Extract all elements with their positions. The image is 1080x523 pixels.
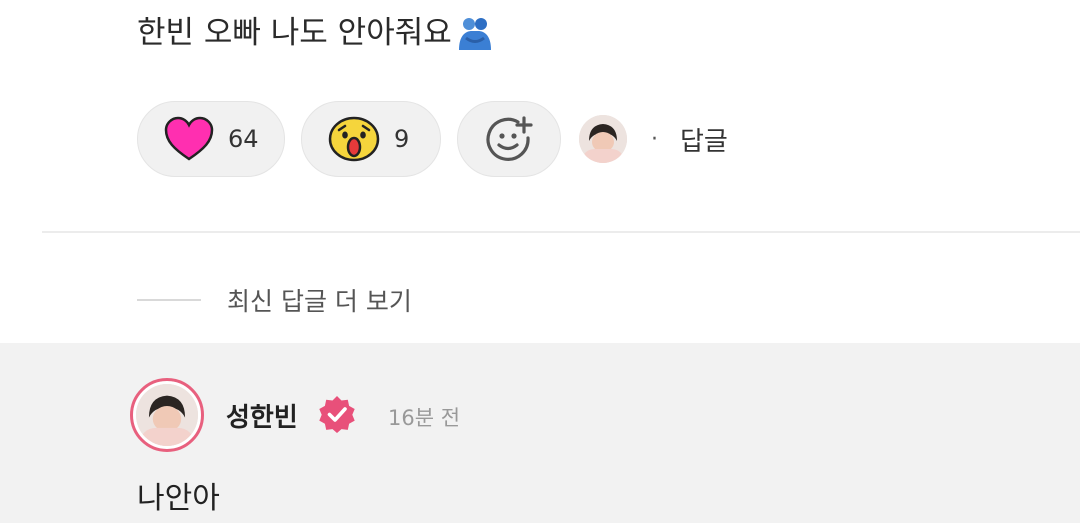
more-replies-label: 최신 답글 더 보기: [227, 287, 412, 316]
add-reaction-icon: [486, 116, 533, 161]
verified-badge-icon: [319, 396, 355, 433]
separator-dot: ·: [651, 126, 658, 152]
reply-item: 성한빈 16분 전 나안아: [0, 343, 1080, 523]
reply-author-avatar[interactable]: [130, 378, 204, 452]
reaction-row: 64 9 · 답글: [137, 100, 728, 178]
people-hugging-icon: [458, 18, 491, 50]
surprised-face-icon: [328, 116, 380, 162]
heart-count: 64: [228, 125, 259, 153]
divider: [42, 231, 1080, 233]
more-replies-button[interactable]: 최신 답글 더 보기: [137, 282, 412, 318]
heart-icon: [164, 116, 214, 161]
replier-avatar[interactable]: [579, 115, 627, 163]
user-photo-icon: [579, 115, 627, 163]
post-text: 한빈 오빠 나도 안아줘요: [137, 10, 494, 56]
add-reaction-button[interactable]: [457, 101, 561, 177]
more-replies-line: [137, 299, 201, 301]
reply-text: 나안아: [137, 481, 220, 516]
reply-author-name[interactable]: 성한빈: [226, 397, 298, 434]
wow-count: 9: [394, 125, 410, 153]
wow-reaction-button[interactable]: 9: [301, 101, 441, 177]
user-photo-icon: [136, 384, 198, 446]
reply-link[interactable]: 답글: [680, 121, 728, 158]
post-text-content: 한빈 오빠 나도 안아줘요: [137, 15, 452, 51]
heart-reaction-button[interactable]: 64: [137, 101, 285, 177]
reply-timestamp: 16분 전: [388, 406, 461, 430]
